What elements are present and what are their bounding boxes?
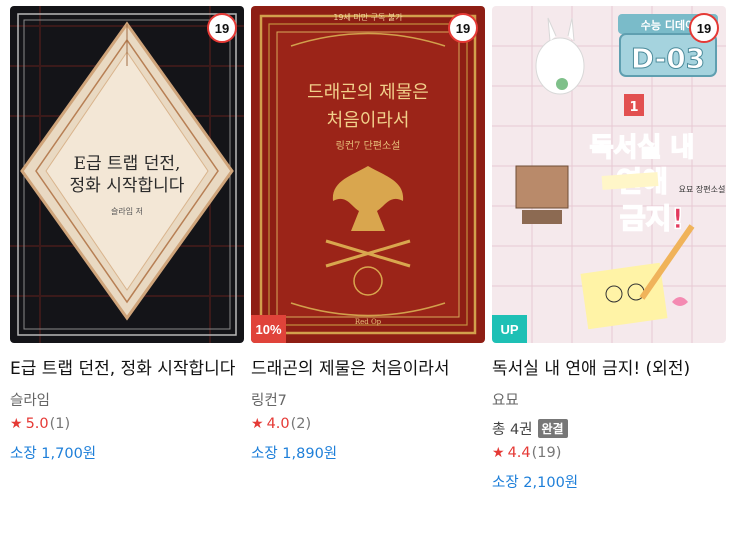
book-volume-info: 총 4권 완결 bbox=[492, 418, 726, 439]
cover-title-line-2: 처음이라서 bbox=[327, 110, 410, 131]
star-icon: ★ bbox=[10, 416, 23, 432]
book-author[interactable]: 링컨7 bbox=[251, 389, 485, 410]
book-price: 소장 1,890원 bbox=[251, 446, 338, 462]
rating-score: 4.4 bbox=[507, 445, 531, 461]
rating-count: (2) bbox=[290, 416, 312, 432]
cover-dday-count: D-03 bbox=[631, 42, 705, 75]
book-title[interactable]: E급 트랩 던전, 정화 시작합니다 bbox=[10, 357, 244, 381]
age-19-badge: 19 bbox=[207, 13, 237, 43]
book-card[interactable]: E급 트랩 던전, 정화 시작합니다 슬라임 저 19 E급 트랩 던전, 정화… bbox=[10, 0, 244, 463]
book-list-row: E급 트랩 던전, 정화 시작합니다 슬라임 저 19 E급 트랩 던전, 정화… bbox=[0, 0, 734, 555]
cover-art-dragon-sacrifice: 19세 미만 구독 불가 드래곤의 제물은 처음이라서 링컨7 단편소설 Red… bbox=[251, 6, 485, 343]
book-title[interactable]: 독서실 내 연애 금지! (외전) bbox=[492, 357, 726, 381]
rating-count: (19) bbox=[531, 445, 562, 461]
cover-page-tag: 1 bbox=[629, 100, 638, 115]
cover-dday-label: 수능 디데이 bbox=[641, 18, 695, 32]
book-price: 소장 1,700원 bbox=[10, 446, 97, 462]
rating-score: 5.0 bbox=[25, 416, 49, 432]
rating-score: 4.0 bbox=[266, 416, 290, 432]
age-19-badge: 19 bbox=[689, 13, 719, 43]
update-badge: UP bbox=[492, 315, 527, 343]
cover-author: 슬라임 저 bbox=[111, 206, 143, 216]
star-icon: ★ bbox=[251, 416, 264, 432]
cover-title-line-2: 정화 시작합니다 bbox=[70, 176, 185, 196]
book-author[interactable]: 슬라임 bbox=[10, 389, 244, 410]
book-author[interactable]: 요묘 bbox=[492, 389, 726, 410]
cover-title-line-1: 독서실 내 bbox=[590, 133, 695, 163]
book-rating: ★ 4.4 (19) bbox=[492, 445, 726, 461]
cover-title-line-1: E급 트랩 던전, bbox=[74, 154, 181, 174]
volume-count: 총 4권 bbox=[492, 422, 533, 438]
cover-title-line-3: 금지! bbox=[620, 202, 684, 235]
cover-author: 요묘 장편소설 bbox=[679, 184, 726, 194]
discount-badge: 10% bbox=[251, 315, 286, 343]
book-rating: ★ 4.0 (2) bbox=[251, 416, 485, 432]
cover-art-study-room: 수능 디데이 D-03 1 독서실 내 연애 금지! 요묘 장편소설 bbox=[492, 6, 726, 343]
cover-title-line-1: 드래곤의 제물은 bbox=[307, 82, 429, 103]
book-rating: ★ 5.0 (1) bbox=[10, 416, 244, 432]
book-card[interactable]: 19세 미만 구독 불가 드래곤의 제물은 처음이라서 링컨7 단편소설 Red… bbox=[251, 0, 485, 463]
rating-count: (1) bbox=[49, 416, 71, 432]
book-cover[interactable]: 수능 디데이 D-03 1 독서실 내 연애 금지! 요묘 장편소설 19 UP bbox=[492, 6, 726, 343]
cover-author: 링컨7 단편소설 bbox=[336, 140, 401, 152]
cover-age-notice: 19세 미만 구독 불가 bbox=[333, 12, 403, 22]
book-cover[interactable]: E급 트랩 던전, 정화 시작합니다 슬라임 저 19 bbox=[10, 6, 244, 343]
book-card[interactable]: 수능 디데이 D-03 1 독서실 내 연애 금지! 요묘 장편소설 19 UP bbox=[492, 0, 726, 492]
book-cover[interactable]: 19세 미만 구독 불가 드래곤의 제물은 처음이라서 링컨7 단편소설 Red… bbox=[251, 6, 485, 343]
complete-badge: 완결 bbox=[537, 419, 568, 438]
star-icon: ★ bbox=[492, 445, 505, 461]
cover-art-trap-dungeon: E급 트랩 던전, 정화 시작합니다 슬라임 저 bbox=[10, 6, 244, 343]
book-title[interactable]: 드래곤의 제물은 처음이라서 bbox=[251, 357, 485, 381]
cover-publisher: Red Op bbox=[355, 318, 382, 326]
book-price: 소장 2,100원 bbox=[492, 475, 579, 491]
age-19-badge: 19 bbox=[448, 13, 478, 43]
